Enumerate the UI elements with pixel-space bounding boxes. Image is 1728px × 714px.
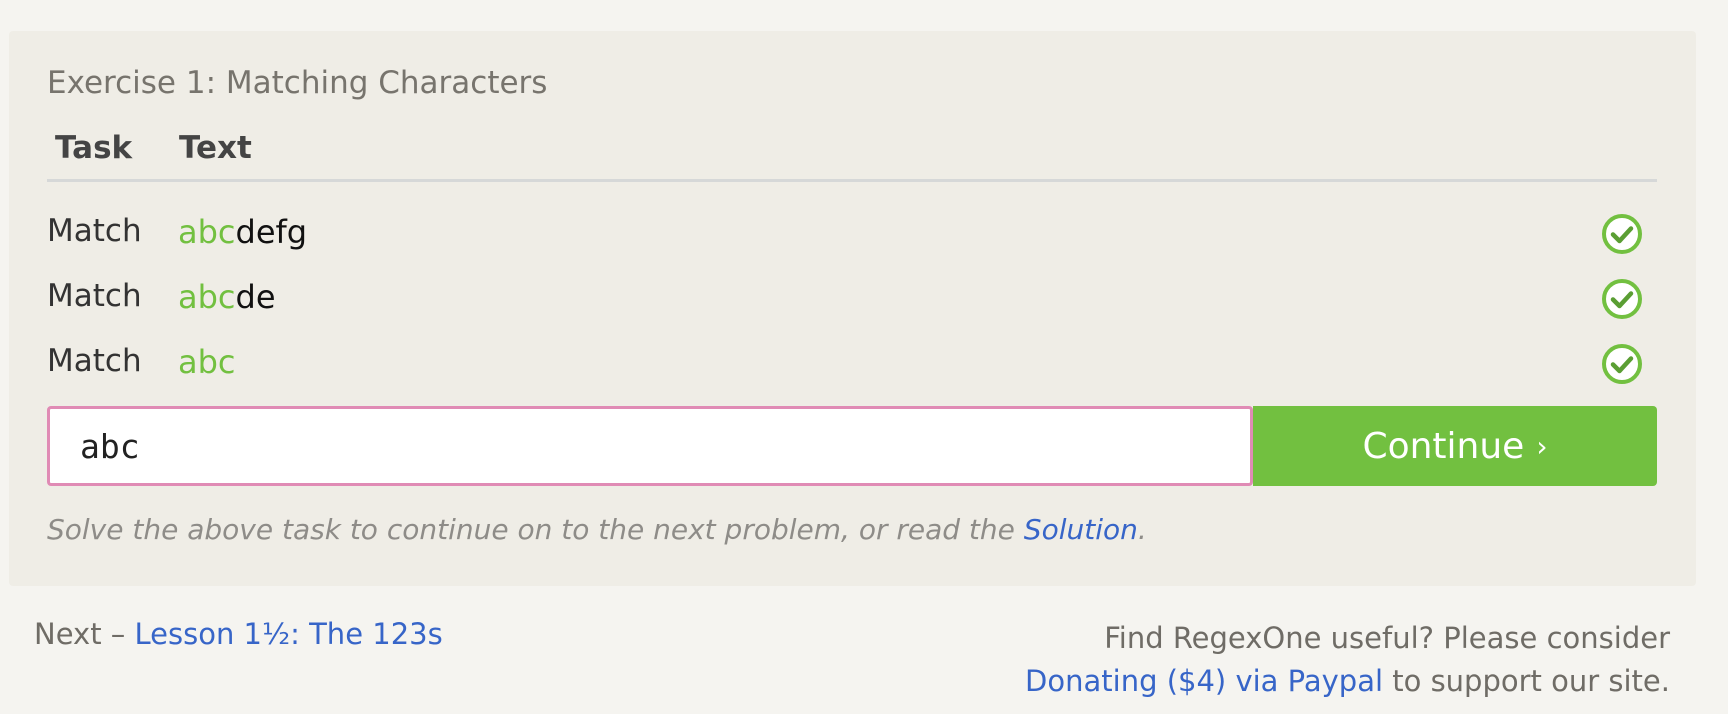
donate-suffix: to support our site. <box>1383 664 1670 698</box>
next-lesson-link[interactable]: Lesson 1½: The 123s <box>135 617 443 651</box>
task-row: Match abc <box>47 339 1657 393</box>
task-label: Match <box>47 343 142 379</box>
task-text: abc <box>178 343 236 381</box>
donate-line-2: Donating ($4) via Paypal to support our … <box>1025 660 1670 703</box>
solution-link[interactable]: Solution <box>1024 513 1138 546</box>
matched-text: abc <box>178 213 236 251</box>
check-circle-icon <box>1602 214 1642 254</box>
hint-text: Solve the above task to continue on to t… <box>47 513 1147 546</box>
column-header-task: Task <box>55 130 133 166</box>
continue-button-label: Continue <box>1362 425 1525 467</box>
donate-link[interactable]: Donating ($4) via Paypal <box>1025 664 1383 698</box>
column-header-text: Text <box>179 130 252 166</box>
header-divider <box>47 179 1657 182</box>
matched-text: abc <box>178 278 236 316</box>
next-prefix: Next – <box>34 617 135 651</box>
task-row: Match abcdefg <box>47 209 1657 263</box>
task-row: Match abcde <box>47 274 1657 328</box>
unmatched-text: defg <box>235 213 308 251</box>
chevron-right-icon: › <box>1536 429 1548 463</box>
matched-text: abc <box>178 343 236 381</box>
continue-button[interactable]: Continue › <box>1253 406 1657 486</box>
check-circle-icon <box>1602 279 1642 319</box>
hint-prefix: Solve the above task to continue on to t… <box>47 513 1024 546</box>
donate-note: Find RegexOne useful? Please consider Do… <box>1025 617 1670 703</box>
task-text: abcde <box>178 278 276 316</box>
donate-line: Find RegexOne useful? Please consider <box>1104 621 1670 655</box>
next-lesson-nav: Next – Lesson 1½: The 123s <box>34 617 443 651</box>
hint-suffix: . <box>1137 513 1147 546</box>
regex-answer-input[interactable] <box>47 406 1253 486</box>
task-label: Match <box>47 213 142 249</box>
check-circle-icon <box>1602 344 1642 384</box>
exercise-title: Exercise 1: Matching Characters <box>47 65 548 101</box>
task-label: Match <box>47 278 142 314</box>
task-text: abcdefg <box>178 213 307 251</box>
exercise-panel: Exercise 1: Matching Characters Task Tex… <box>9 31 1696 586</box>
unmatched-text: de <box>235 278 276 316</box>
